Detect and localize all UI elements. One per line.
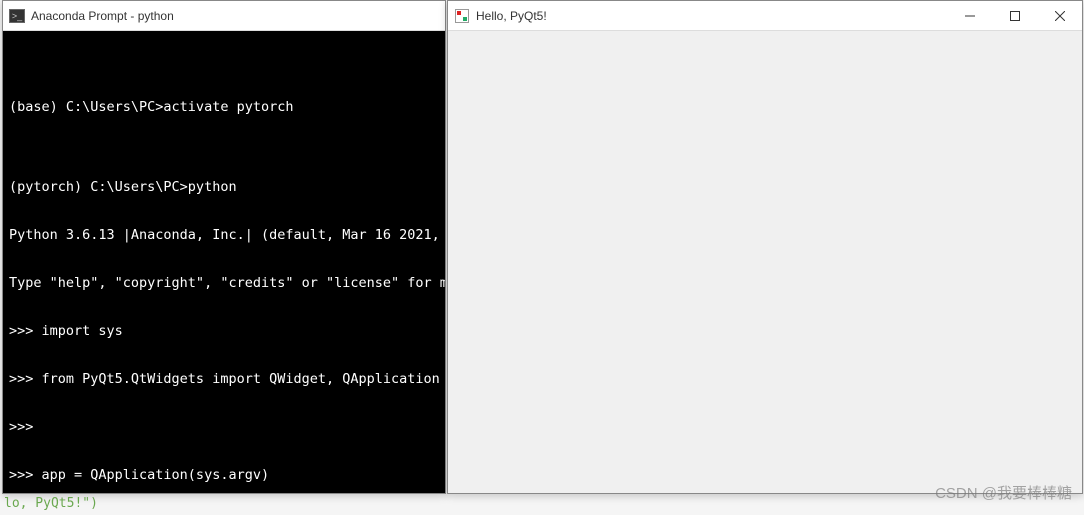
terminal-icon: >_ [9,8,25,24]
pyqt-client-area [448,31,1082,493]
terminal-line: >>> [9,419,439,435]
terminal-line: Python 3.6.13 |Anaconda, Inc.| (default,… [9,227,439,243]
minimize-button[interactable] [947,1,992,31]
terminal-title: Anaconda Prompt - python [31,9,174,23]
maximize-button[interactable] [992,1,1037,31]
close-button[interactable] [1037,1,1082,31]
terminal-titlebar[interactable]: >_ Anaconda Prompt - python [3,1,445,31]
terminal-line: >>> app = QApplication(sys.argv) [9,467,439,483]
qt-app-icon [454,8,470,24]
watermark-text: CSDN @我要棒棒糖 [935,482,1072,503]
pyqt-titlebar[interactable]: Hello, PyQt5! [448,1,1082,31]
terminal-line: >>> import sys [9,323,439,339]
terminal-body[interactable]: (base) C:\Users\PC>activate pytorch (pyt… [3,31,445,493]
terminal-line: (pytorch) C:\Users\PC>python [9,179,439,195]
terminal-line: Type "help", "copyright", "credits" or "… [9,275,439,291]
terminal-line: >>> from PyQt5.QtWidgets import QWidget,… [9,371,439,387]
pyqt-window: Hello, PyQt5! [447,0,1083,494]
terminal-line: (base) C:\Users\PC>activate pytorch [9,99,439,115]
pyqt-title: Hello, PyQt5! [476,9,547,23]
anaconda-prompt-window: >_ Anaconda Prompt - python (base) C:\Us… [2,0,446,494]
background-code-fragment: lo, PyQt5!") [4,496,98,511]
